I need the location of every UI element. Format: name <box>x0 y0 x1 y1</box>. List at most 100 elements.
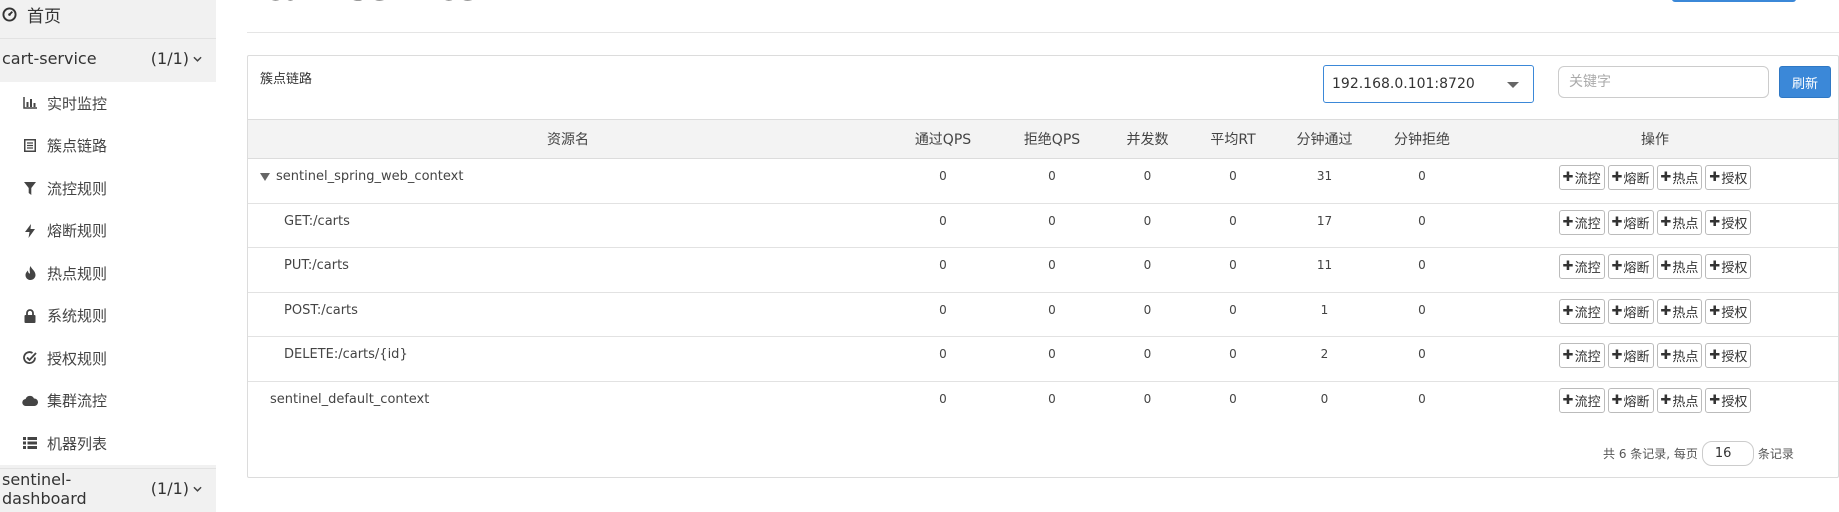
metric-cell-minute-pass: 17 <box>1277 203 1372 248</box>
resource-name: GET:/carts <box>284 213 350 229</box>
metric-cell-minute-block: 0 <box>1372 292 1472 337</box>
plus-icon: ✚ <box>1562 259 1574 274</box>
sidebar-item-degrade-rules[interactable]: 熔断规则 <box>0 210 216 253</box>
resource-name: DELETE:/carts/{id} <box>284 347 408 362</box>
metric-cell-threads: 0 <box>1106 203 1189 248</box>
machine-select[interactable]: 192.168.0.101:8720 <box>1323 65 1534 103</box>
app-count: (1/1) <box>150 49 189 68</box>
page-title: cart-service <box>264 0 478 8</box>
metric-cell-block-qps: 0 <box>998 336 1106 382</box>
sidebar-item-label: 熔断规则 <box>47 222 108 241</box>
auth-rule-button[interactable]: ✚ 授权 <box>1705 343 1752 368</box>
degrade-rule-button[interactable]: ✚ 熔断 <box>1607 298 1654 324</box>
flash-icon <box>21 223 39 238</box>
refresh-button[interactable]: 刷新 <box>1779 66 1831 98</box>
column-header[interactable]: 分钟拒绝 <box>1372 119 1472 159</box>
hotspot-rule-button[interactable]: ✚ 热点 <box>1656 209 1703 235</box>
flow-rule-button[interactable]: ✚ 流控 <box>1558 254 1605 279</box>
metric-cell-rt: 0 <box>1189 247 1277 293</box>
sidebar-item-label: 集群流控 <box>47 392 108 411</box>
app-sentinel-dashboard[interactable]: sentinel-dashboard (1/1) <box>0 468 216 508</box>
sidebar-item-home[interactable]: 首页 <box>0 0 216 28</box>
flow-rule-button[interactable]: ✚ 流控 <box>1558 343 1605 368</box>
column-header[interactable]: 资源名 <box>248 119 888 159</box>
app-cart-service[interactable]: cart-service (1/1) <box>0 38 216 78</box>
flow-rule-button[interactable]: ✚ 流控 <box>1558 165 1605 190</box>
sidebar-item-flow-rules[interactable]: 流控规则 <box>0 167 216 210</box>
expand-toggle-icon[interactable] <box>260 172 270 181</box>
degrade-rule-button[interactable]: ✚ 熔断 <box>1607 165 1654 190</box>
column-header[interactable]: 通过QPS <box>888 119 998 159</box>
resource-name-cell: GET:/carts <box>248 203 888 248</box>
sidebar-item-realtime-monitor[interactable]: 实时监控 <box>0 82 216 125</box>
auth-rule-button[interactable]: ✚ 授权 <box>1705 298 1752 324</box>
action-label: 流控 <box>1574 350 1601 365</box>
hotspot-rule-button[interactable]: ✚ 热点 <box>1656 298 1703 324</box>
metric-cell-block-qps: 0 <box>998 247 1106 293</box>
sidebar-item-label: 热点规则 <box>47 264 108 283</box>
action-label: 热点 <box>1672 172 1699 187</box>
plus-icon: ✚ <box>1611 348 1623 363</box>
sidebar-item-cluster-flow[interactable]: 集群流控 <box>0 380 216 423</box>
sidebar-item-label: 首页 <box>27 6 61 27</box>
action-label: 热点 <box>1672 216 1699 232</box>
metric-cell-threads: 0 <box>1106 336 1189 382</box>
sidebar-item-cluster-link[interactable]: 簇点链路 <box>0 125 216 168</box>
lock-icon <box>21 308 39 323</box>
action-label: 流控 <box>1574 394 1601 410</box>
records-suffix: 条记录 <box>1757 447 1794 461</box>
plus-icon: ✚ <box>1660 392 1672 408</box>
sidebar-item-auth-rules[interactable]: 授权规则 <box>0 337 216 380</box>
resource-name-cell: PUT:/carts <box>248 247 888 293</box>
metric-cell-block-qps: 0 <box>998 292 1106 337</box>
column-header[interactable]: 分钟通过 <box>1277 119 1372 159</box>
metric-cell-threads: 0 <box>1143 391 1152 406</box>
sidebar-item-hotspot-rules[interactable]: 热点规则 <box>0 252 216 295</box>
action-label: 授权 <box>1721 350 1748 365</box>
auth-rule-button[interactable]: ✚ 授权 <box>1705 254 1752 279</box>
hotspot-rule-button[interactable]: ✚ 热点 <box>1656 343 1703 368</box>
flow-rule-button[interactable]: ✚ 流控 <box>1558 387 1605 413</box>
caret-down-icon <box>1507 82 1519 88</box>
actions-cell: ✚ 流控 ✚ 熔断 ✚ 热点 ✚ 授权 <box>1472 203 1838 248</box>
plus-icon: ✚ <box>1611 170 1623 185</box>
table-row: PUT:/carts 0 0 0 0 11 0 ✚ 流控 ✚ 熔断 ✚ 热点 ✚ 授权 <box>248 247 1838 293</box>
sidebar-item-system-rules[interactable]: 系统规则 <box>0 295 216 338</box>
auth-rule-button[interactable]: ✚ 授权 <box>1705 387 1752 413</box>
flow-rule-button[interactable]: ✚ 流控 <box>1558 298 1605 324</box>
degrade-rule-button[interactable]: ✚ 熔断 <box>1607 209 1654 235</box>
metric-cell-minute-pass: 11 <box>1277 247 1372 293</box>
metric-cell-rt: 0 <box>1189 158 1277 204</box>
action-label: 热点 <box>1672 261 1699 276</box>
action-label: 熔断 <box>1623 261 1650 276</box>
flow-rule-button[interactable]: ✚ 流控 <box>1558 209 1605 235</box>
hotspot-rule-button[interactable]: ✚ 热点 <box>1656 254 1703 279</box>
keyword-search-input[interactable] <box>1558 66 1769 98</box>
degrade-rule-button[interactable]: ✚ 熔断 <box>1607 254 1654 279</box>
plus-icon: ✚ <box>1660 348 1672 363</box>
auth-rule-button[interactable]: ✚ 授权 <box>1705 209 1752 235</box>
metric-cell-pass-qps: 0 <box>888 158 998 204</box>
page-size-input[interactable]: 16 <box>1701 441 1754 466</box>
metric-cell-minute-block: 0 <box>1372 158 1472 204</box>
sidebar-item-machine-list[interactable]: 机器列表 <box>0 422 216 465</box>
app-name: sentinel-dashboard <box>2 469 87 508</box>
plus-icon: ✚ <box>1611 214 1623 230</box>
chevron-down-icon <box>193 482 202 495</box>
column-header[interactable]: 平均RT <box>1189 119 1277 159</box>
sidebar-item-label: 流控规则 <box>47 179 108 198</box>
degrade-rule-button[interactable]: ✚ 熔断 <box>1607 387 1654 413</box>
auth-rule-button[interactable]: ✚ 授权 <box>1705 165 1752 190</box>
resource-name-cell: sentinel_spring_web_context <box>248 158 888 204</box>
hotspot-rule-button[interactable]: ✚ 热点 <box>1656 165 1703 190</box>
cloud-icon <box>21 395 39 407</box>
header-action-button[interactable] <box>1672 0 1796 2</box>
metric-cell-pass-qps: 0 <box>888 247 998 293</box>
degrade-rule-button[interactable]: ✚ 熔断 <box>1607 343 1654 368</box>
metric-cell-rt: 0 <box>1229 391 1237 406</box>
hotspot-rule-button[interactable]: ✚ 热点 <box>1656 387 1703 413</box>
column-header[interactable]: 并发数 <box>1106 119 1189 159</box>
column-header[interactable]: 拒绝QPS <box>998 119 1106 159</box>
action-label: 热点 <box>1672 305 1699 321</box>
plus-icon: ✚ <box>1562 392 1574 408</box>
